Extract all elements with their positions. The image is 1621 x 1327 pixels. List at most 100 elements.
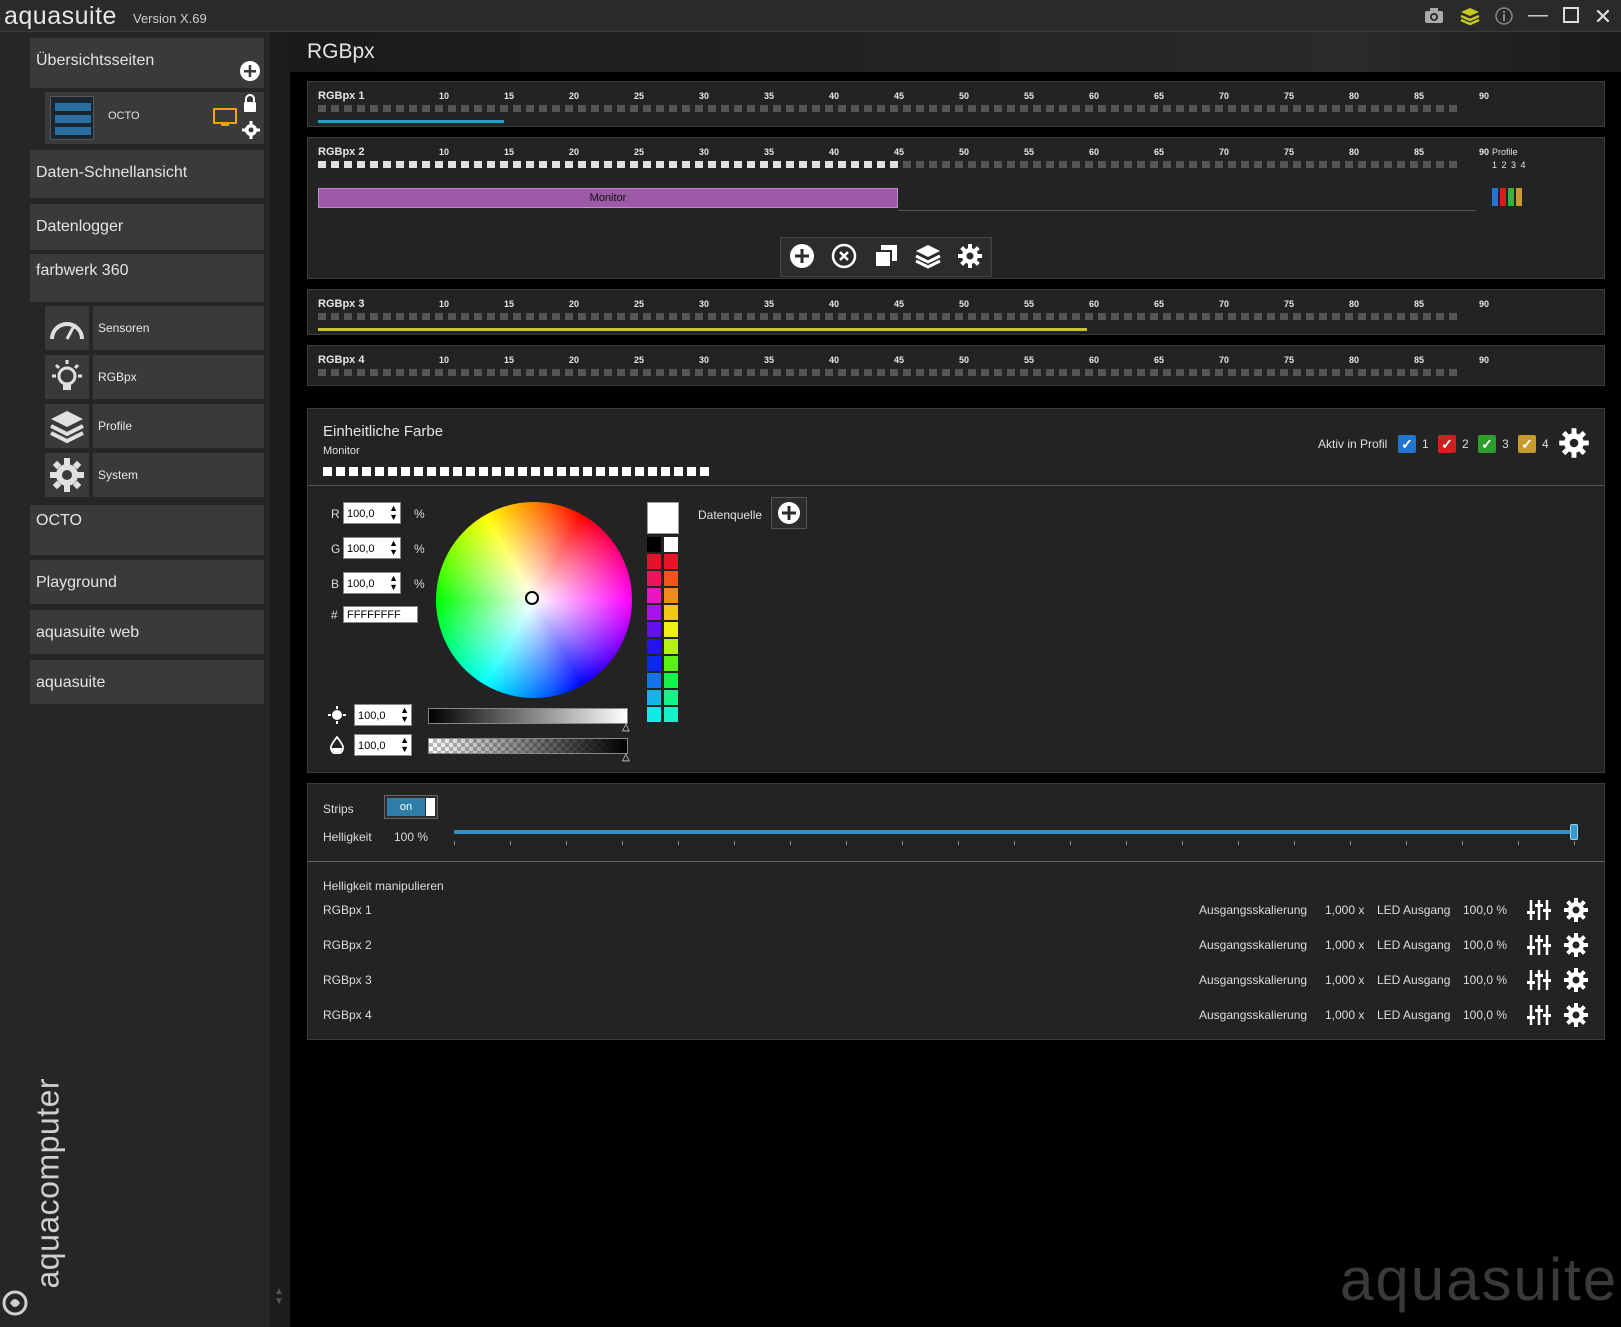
sliders-icon[interactable]: [1527, 934, 1553, 960]
brightness-track[interactable]: [454, 830, 1574, 834]
led-dot: [1124, 105, 1132, 112]
led-dot: [1267, 161, 1275, 168]
sidebar-item-aquasuite[interactable]: aquasuite: [30, 660, 264, 704]
palette-swatch[interactable]: [664, 554, 678, 569]
profile-checkbox-3[interactable]: ✓: [1478, 435, 1496, 453]
led-dots: [318, 105, 1457, 112]
brightness-slider-handle[interactable]: [1570, 824, 1578, 840]
slider-tick: [1238, 841, 1239, 845]
sidebar-item-datalogger[interactable]: Datenlogger: [30, 204, 264, 250]
r-input[interactable]: 100,0 ▲ ▼: [343, 502, 401, 524]
palette-swatch[interactable]: [664, 690, 678, 705]
palette-swatch[interactable]: [664, 707, 678, 722]
sliders-icon[interactable]: [1527, 1004, 1553, 1030]
g-input[interactable]: 100,0 ▲ ▼: [343, 537, 401, 559]
sliders-icon[interactable]: [1527, 899, 1553, 925]
octo-overview-card[interactable]: OCTO: [45, 92, 264, 144]
slider-handle-icon[interactable]: △: [622, 752, 630, 763]
camera-icon[interactable]: [1423, 6, 1445, 28]
sidebar-item-quick-view[interactable]: Daten-Schnellansicht: [30, 150, 264, 198]
palette-swatch[interactable]: [647, 656, 661, 671]
color-wheel[interactable]: [436, 502, 632, 698]
palette-swatch[interactable]: [647, 707, 661, 722]
strips-toggle[interactable]: on: [384, 795, 438, 819]
stepper-icon[interactable]: ▲ ▼: [389, 504, 398, 522]
sidebar-subitem-system[interactable]: System: [45, 453, 264, 497]
gear-icon[interactable]: [241, 120, 261, 143]
strip-panel-4[interactable]: RGBpx 4 10 15 20 25 30 35 40 45 50 55 60 65 70 75 80 85…: [307, 345, 1605, 386]
palette-swatch[interactable]: [647, 639, 661, 654]
profile-checkbox-2[interactable]: ✓: [1438, 435, 1456, 453]
scroll-arrows-icon[interactable]: ▲ ▼: [274, 1287, 284, 1307]
add-data-source-button[interactable]: [771, 497, 807, 529]
gear-icon[interactable]: [1563, 1002, 1589, 1028]
brightness-slider[interactable]: [428, 708, 628, 724]
stepper-icon[interactable]: ▲ ▼: [389, 539, 398, 557]
stepper-icon[interactable]: ▲ ▼: [400, 736, 409, 754]
sidebar-item-octo[interactable]: OCTO: [30, 505, 264, 555]
strip-panel-2[interactable]: RGBpx 2 Profile 1 2 3 4 Monitor 10 15 20 25…: [307, 137, 1605, 279]
palette-swatch[interactable]: [664, 537, 678, 552]
sidebar-scrollbar[interactable]: ▲ ▼: [270, 32, 290, 1327]
toggle-knob[interactable]: [426, 798, 435, 816]
palette-swatch[interactable]: [647, 605, 661, 620]
led-dot: [1189, 161, 1197, 168]
brightness-input[interactable]: 100,0 ▲ ▼: [354, 704, 412, 726]
gear-icon[interactable]: [1558, 427, 1590, 462]
stepper-icon[interactable]: ▲ ▼: [400, 706, 409, 724]
effect-bar-monitor[interactable]: Monitor: [318, 188, 898, 208]
palette-swatch[interactable]: [647, 622, 661, 637]
gear-icon[interactable]: [1563, 967, 1589, 993]
copy-effect-icon[interactable]: [873, 243, 899, 272]
color-wheel-handle[interactable]: [525, 591, 539, 605]
sidebar-item-farbwerk[interactable]: farbwerk 360: [30, 254, 264, 302]
profile-checkbox-4[interactable]: ✓: [1518, 435, 1536, 453]
palette-swatch[interactable]: [647, 690, 661, 705]
tick-label: 85: [1414, 91, 1425, 101]
palette-swatch[interactable]: [664, 605, 678, 620]
strip-panel-1[interactable]: RGBpx 1 10 15 20 25 30 35 40 45 50 55 60 65 70 75 80 85…: [307, 81, 1605, 127]
strip-panel-3[interactable]: RGBpx 3 10 15 20 25 30 35 40 45 50 55 60 65 70 75 80 85…: [307, 289, 1605, 335]
slider-handle-icon[interactable]: △: [622, 722, 630, 733]
add-overview-icon[interactable]: [240, 61, 260, 86]
palette-swatch[interactable]: [647, 571, 661, 586]
minimize-icon[interactable]: —: [1527, 4, 1549, 26]
layers-icon[interactable]: [915, 243, 941, 272]
gear-icon[interactable]: [1563, 897, 1589, 923]
tick-label: 90: [1479, 147, 1490, 157]
gear-icon[interactable]: [957, 243, 983, 272]
palette-swatch[interactable]: [647, 673, 661, 688]
palette-swatch[interactable]: [647, 588, 661, 603]
layers-icon[interactable]: [1459, 6, 1481, 28]
info-icon[interactable]: [1493, 6, 1515, 28]
profile-checkbox-1[interactable]: ✓: [1398, 435, 1416, 453]
remove-effect-icon[interactable]: [831, 243, 857, 272]
gear-icon[interactable]: [1563, 932, 1589, 958]
sidebar-item-playground[interactable]: Playground: [30, 560, 264, 604]
palette-swatch[interactable]: [664, 673, 678, 688]
sidebar-item-aquasuite-web[interactable]: aquasuite web: [30, 610, 264, 654]
sliders-icon[interactable]: [1527, 969, 1553, 995]
palette-swatch[interactable]: [664, 656, 678, 671]
lock-icon[interactable]: [242, 94, 258, 115]
profile-numbers: 1 2 3 4: [1492, 160, 1526, 170]
palette-swatch[interactable]: [647, 554, 661, 569]
palette-swatch[interactable]: [664, 639, 678, 654]
stepper-icon[interactable]: ▲ ▼: [389, 574, 398, 592]
b-input[interactable]: 100,0 ▲ ▼: [343, 572, 401, 594]
palette-swatch[interactable]: [664, 588, 678, 603]
add-effect-icon[interactable]: [789, 243, 815, 272]
sidebar-subitem-profiles[interactable]: Profile: [45, 404, 264, 448]
palette-swatch[interactable]: [664, 571, 678, 586]
opacity-slider[interactable]: [428, 738, 628, 754]
close-icon[interactable]: ✕: [1592, 6, 1614, 28]
sidebar-subitem-sensors[interactable]: Sensoren: [45, 306, 264, 350]
maximize-icon[interactable]: [1560, 6, 1582, 28]
led-dot: [1176, 313, 1184, 320]
overview-pages-header[interactable]: Übersichtsseiten: [30, 38, 264, 88]
hex-input[interactable]: FFFFFFFF: [343, 606, 418, 623]
palette-swatch[interactable]: [647, 537, 661, 552]
palette-swatch[interactable]: [664, 622, 678, 637]
opacity-input[interactable]: 100,0 ▲ ▼: [354, 734, 412, 756]
sidebar-subitem-rgbpx[interactable]: RGBpx: [45, 355, 264, 399]
